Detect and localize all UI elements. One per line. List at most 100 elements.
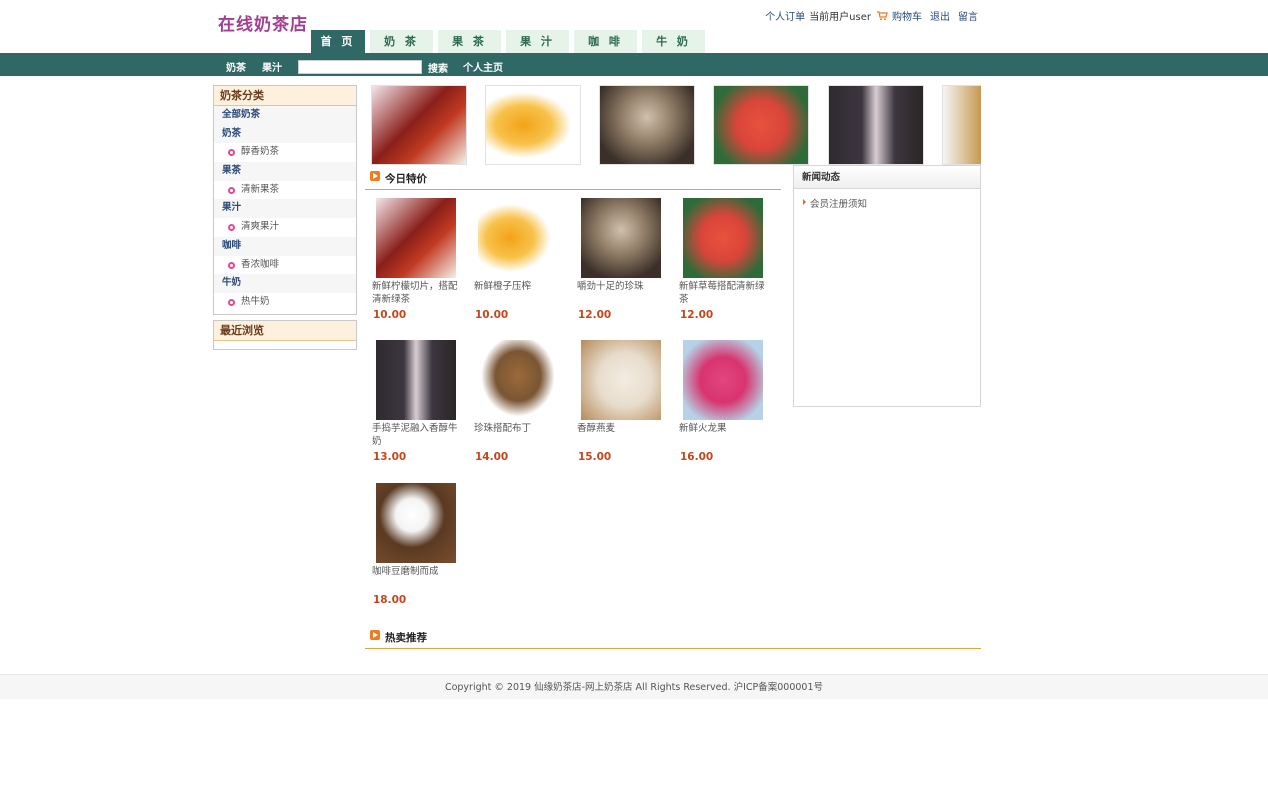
category-group[interactable]: 牛奶 bbox=[214, 274, 356, 293]
product-card[interactable]: 新鲜柠檬切片，搭配清新绿茶 10.00 bbox=[372, 198, 468, 323]
product-card[interactable]: 咖啡豆磨制而成 18.00 bbox=[372, 483, 468, 608]
product-card[interactable]: 新鲜草莓搭配清新绿茶 12.00 bbox=[679, 198, 775, 323]
category-item[interactable]: 清新果茶 bbox=[214, 180, 356, 200]
nav-milk-tea[interactable]: 奶茶 bbox=[226, 59, 246, 74]
product-image[interactable] bbox=[581, 198, 661, 278]
product-image[interactable] bbox=[478, 198, 558, 278]
tab-juice[interactable]: 果 汁 bbox=[506, 30, 569, 53]
message-link[interactable]: 留言 bbox=[958, 8, 978, 23]
category-item[interactable]: 香浓咖啡 bbox=[214, 255, 356, 275]
bullet-icon bbox=[228, 224, 235, 232]
tab-milk[interactable]: 牛 奶 bbox=[642, 30, 705, 53]
product-name[interactable]: 咖啡豆磨制而成 bbox=[372, 565, 464, 578]
category-group[interactable]: 果茶 bbox=[214, 162, 356, 181]
product-price: 15.00 bbox=[578, 451, 612, 463]
arrow-icon bbox=[370, 171, 380, 181]
product-name[interactable]: 新鲜火龙果 bbox=[679, 422, 771, 435]
category-all[interactable]: 全部奶茶 bbox=[214, 106, 356, 125]
slider-image[interactable] bbox=[942, 85, 981, 165]
product-card[interactable]: 嚼劲十足的珍珠 12.00 bbox=[577, 198, 673, 323]
category-item-label: 清爽果汁 bbox=[241, 221, 280, 233]
product-price: 16.00 bbox=[680, 451, 714, 463]
slider-image[interactable] bbox=[828, 85, 924, 165]
tab-home[interactable]: 首 页 bbox=[311, 30, 365, 54]
product-slider bbox=[368, 85, 981, 165]
product-card[interactable]: 新鲜火龙果 16.00 bbox=[679, 340, 775, 465]
category-group[interactable]: 咖啡 bbox=[214, 236, 356, 256]
bullet-icon bbox=[228, 261, 235, 269]
today-section-header: 今日特价 bbox=[365, 166, 781, 190]
product-image[interactable] bbox=[478, 340, 558, 420]
product-name[interactable]: 新鲜柠檬切片，搭配清新绿茶 bbox=[372, 280, 464, 306]
product-name[interactable]: 珍珠搭配布丁 bbox=[474, 422, 566, 435]
product-name[interactable]: 香醇燕麦 bbox=[577, 422, 669, 435]
tab-milk-tea[interactable]: 奶 茶 bbox=[370, 30, 433, 53]
category-item[interactable]: 清爽果汁 bbox=[214, 218, 356, 237]
search-button[interactable]: 搜索 bbox=[428, 60, 448, 75]
category-item[interactable]: 醇香奶茶 bbox=[214, 143, 356, 163]
slider-image[interactable] bbox=[713, 85, 809, 165]
footer: Copyright © 2019 仙缘奶茶店-网上奶茶店 All Rights … bbox=[0, 674, 1268, 699]
slider-image[interactable] bbox=[371, 85, 467, 165]
page: 在线奶茶店 个人订单 当前用户user 购物车 退出 留言 首 页 奶 茶 果 … bbox=[0, 0, 1268, 793]
slider-image[interactable] bbox=[485, 85, 581, 165]
recent-title: 最近浏览 bbox=[214, 321, 356, 341]
tab-coffee[interactable]: 咖 啡 bbox=[574, 30, 637, 53]
recent-box: 最近浏览 bbox=[213, 320, 357, 350]
site-logo[interactable]: 在线奶茶店 bbox=[218, 10, 308, 35]
arrow-icon bbox=[370, 630, 380, 640]
product-image[interactable] bbox=[376, 483, 456, 563]
category-title: 奶茶分类 bbox=[214, 86, 356, 106]
main-tabs: 首 页 奶 茶 果 茶 果 汁 咖 啡 牛 奶 bbox=[311, 30, 705, 54]
tab-fruit-tea[interactable]: 果 茶 bbox=[438, 30, 501, 53]
product-name[interactable]: 新鲜橙子压榨 bbox=[474, 280, 566, 293]
product-card[interactable]: 手捣芋泥融入香醇牛奶 13.00 bbox=[372, 340, 468, 465]
cart-link[interactable]: 购物车 bbox=[892, 8, 922, 23]
product-price: 10.00 bbox=[373, 309, 407, 321]
slider-image[interactable] bbox=[599, 85, 695, 165]
product-price: 14.00 bbox=[475, 451, 509, 463]
product-image[interactable] bbox=[376, 340, 456, 420]
bullet-icon bbox=[228, 298, 235, 306]
product-name[interactable]: 嚼劲十足的珍珠 bbox=[577, 280, 669, 293]
product-price: 10.00 bbox=[475, 309, 509, 321]
category-group[interactable]: 果汁 bbox=[214, 199, 356, 219]
hot-section-header: 热卖推荐 bbox=[365, 625, 981, 649]
category-box: 奶茶分类 全部奶茶 奶茶 醇香奶茶 果茶 清新果茶 果汁 清爽果汁 咖啡 香浓咖… bbox=[213, 85, 357, 315]
product-image[interactable] bbox=[683, 340, 763, 420]
search-input[interactable] bbox=[298, 60, 422, 74]
nav-personal-home[interactable]: 个人主页 bbox=[463, 59, 503, 74]
product-card[interactable]: 珍珠搭配布丁 14.00 bbox=[474, 340, 570, 465]
category-group[interactable]: 奶茶 bbox=[214, 124, 356, 144]
product-image[interactable] bbox=[376, 198, 456, 278]
product-price: 12.00 bbox=[578, 309, 612, 321]
product-image[interactable] bbox=[683, 198, 763, 278]
logout-link[interactable]: 退出 bbox=[930, 8, 950, 23]
product-image[interactable] bbox=[581, 340, 661, 420]
category-item[interactable]: 热牛奶 bbox=[214, 292, 356, 312]
nav-juice[interactable]: 果汁 bbox=[262, 59, 282, 74]
nav-bar: 奶茶 果汁 搜索 个人主页 bbox=[0, 53, 1268, 76]
product-card[interactable]: 新鲜橙子压榨 10.00 bbox=[474, 198, 570, 323]
product-price: 12.00 bbox=[680, 309, 714, 321]
product-card[interactable]: 香醇燕麦 15.00 bbox=[577, 340, 673, 465]
category-item-label: 清新果茶 bbox=[241, 183, 280, 195]
product-price: 18.00 bbox=[373, 594, 407, 606]
product-name[interactable]: 手捣芋泥融入香醇牛奶 bbox=[372, 422, 464, 448]
category-item-label: 醇香奶茶 bbox=[241, 146, 280, 158]
cart-icon bbox=[877, 11, 888, 21]
my-orders-link[interactable]: 个人订单 bbox=[765, 8, 805, 23]
top-links: 个人订单 当前用户user 购物车 退出 留言 bbox=[765, 8, 978, 23]
bullet-icon bbox=[228, 149, 235, 157]
category-item-label: 热牛奶 bbox=[241, 295, 270, 307]
section-title: 热卖推荐 bbox=[385, 632, 427, 644]
section-title: 今日特价 bbox=[385, 173, 427, 185]
bullet-icon bbox=[228, 186, 235, 194]
news-item[interactable]: 会员注册须知 bbox=[794, 196, 980, 210]
current-user-label: 当前用户user bbox=[809, 12, 871, 23]
product-price: 13.00 bbox=[373, 451, 407, 463]
news-panel: 新闻动态 会员注册须知 bbox=[793, 165, 981, 407]
category-item-label: 香浓咖啡 bbox=[241, 258, 280, 270]
news-title: 新闻动态 bbox=[794, 166, 980, 189]
product-name[interactable]: 新鲜草莓搭配清新绿茶 bbox=[679, 280, 771, 306]
